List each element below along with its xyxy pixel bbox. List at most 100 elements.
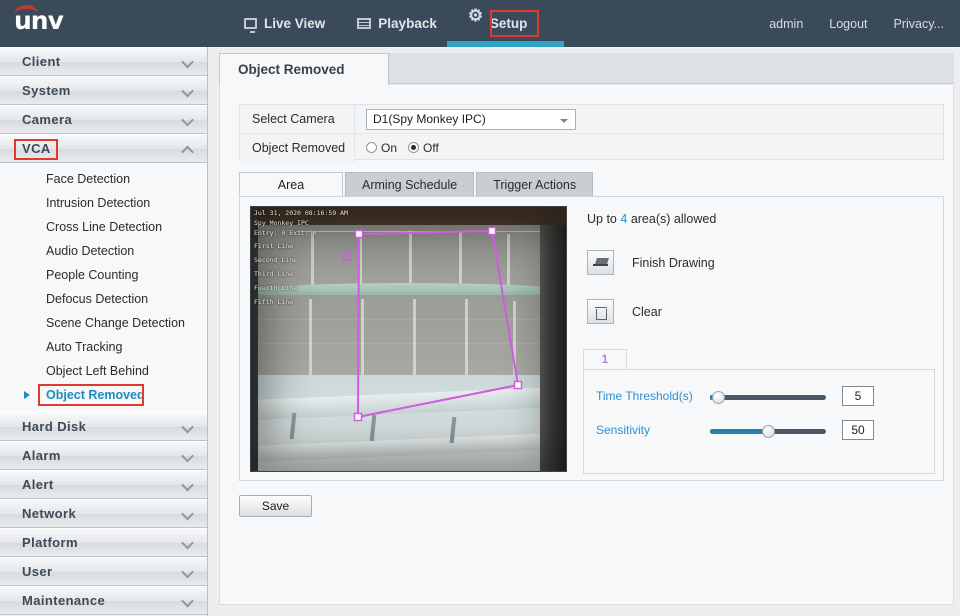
- sidebar-item-object-removed[interactable]: Object Removed: [0, 383, 207, 407]
- sidebar-item-auto-tracking[interactable]: Auto Tracking: [0, 335, 207, 359]
- radio-off[interactable]: Off: [408, 141, 439, 155]
- finish-drawing-button[interactable]: Finish Drawing: [587, 250, 935, 275]
- save-button[interactable]: Save: [239, 495, 312, 517]
- sidebar-item-defocus-detection[interactable]: Defocus Detection: [0, 287, 207, 311]
- user-actions: admin Logout Privacy...: [769, 0, 952, 47]
- sidebar-item-label: Scene Change Detection: [46, 316, 185, 330]
- sensitivity-fill: [710, 429, 768, 434]
- polygon-handle: [513, 380, 523, 390]
- object-removed-label: Object Removed: [240, 133, 355, 162]
- page-tab-object-removed[interactable]: Object Removed: [219, 53, 389, 85]
- gear-icon: [468, 7, 483, 31]
- sidebar-item-intrusion-detection[interactable]: Intrusion Detection: [0, 191, 207, 215]
- sidebar-group-platform-label: Platform: [22, 535, 78, 550]
- sensitivity-slider[interactable]: [710, 425, 826, 438]
- nav-live-view-label: Live View: [264, 16, 326, 31]
- chevron-down-icon: [182, 85, 193, 96]
- threshold-box: 1 Time Threshold(s) 5 Sensitivity 50: [583, 349, 935, 474]
- sidebar-group-user-label: User: [22, 564, 53, 579]
- app-header: unv Live View Playback Setup admin Logou…: [0, 0, 960, 47]
- nav-playback[interactable]: Playback: [341, 0, 453, 47]
- vca-submenu: Face Detection Intrusion Detection Cross…: [0, 163, 207, 412]
- sidebar-item-face-detection[interactable]: Face Detection: [0, 167, 207, 191]
- polygon-mid-marker: [342, 252, 351, 261]
- sidebar-group-camera[interactable]: Camera: [0, 105, 207, 134]
- area-tab-1-label: 1: [601, 354, 609, 366]
- sensitivity-value[interactable]: 50: [842, 420, 874, 440]
- nav-setup-label: Setup: [489, 16, 528, 31]
- areas-allowed-count: 4: [620, 212, 628, 226]
- sidebar-item-label: Face Detection: [46, 172, 131, 186]
- area-controls: Up to 4 area(s) allowed Finish Drawing C…: [583, 206, 935, 324]
- radio-on[interactable]: On: [366, 141, 397, 155]
- nav-live-view[interactable]: Live View: [228, 0, 341, 47]
- username-label: admin: [769, 16, 804, 31]
- radio-on-label: On: [381, 140, 398, 155]
- threshold-body: Time Threshold(s) 5 Sensitivity 50: [583, 369, 935, 474]
- tab-trigger-actions-label: Trigger Actions: [493, 178, 577, 192]
- finish-drawing-icon-button[interactable]: [587, 250, 614, 275]
- time-threshold-label: Time Threshold(s): [596, 389, 693, 403]
- sidebar-item-object-left-behind[interactable]: Object Left Behind: [0, 359, 207, 383]
- sidebar-group-platform[interactable]: Platform: [0, 528, 207, 557]
- sensitivity-thumb[interactable]: [761, 425, 775, 438]
- area-tab-1[interactable]: 1: [583, 349, 627, 370]
- main-content: Object Removed Select Camera D1(Spy Monk…: [209, 47, 960, 616]
- time-threshold-thumb[interactable]: [712, 391, 726, 404]
- chevron-down-icon: [182, 508, 193, 519]
- object-removed-radio-group: On Off: [355, 141, 450, 155]
- video-preview[interactable]: Jul 31, 2020 08:16:59 AM Spy Monkey IPC …: [250, 206, 567, 472]
- sidebar-group-alarm[interactable]: Alarm: [0, 441, 207, 470]
- form-row-select-camera: Select Camera D1(Spy Monkey IPC): [240, 105, 943, 133]
- sidebar-group-alert[interactable]: Alert: [0, 470, 207, 499]
- clear-icon-button[interactable]: [587, 299, 614, 324]
- chevron-down-icon: [182, 537, 193, 548]
- sidebar-group-user[interactable]: User: [0, 557, 207, 586]
- sidebar-group-maintenance[interactable]: Maintenance: [0, 586, 207, 615]
- sidebar-item-people-counting[interactable]: People Counting: [0, 263, 207, 287]
- camera-settings-form: Select Camera D1(Spy Monkey IPC) Object …: [239, 104, 944, 162]
- chevron-up-icon: [182, 143, 193, 154]
- polygon-handle: [487, 226, 497, 236]
- privacy-link[interactable]: Privacy...: [894, 17, 944, 31]
- save-button-label: Save: [261, 499, 290, 513]
- sidebar-group-hard-disk[interactable]: Hard Disk: [0, 412, 207, 441]
- time-threshold-slider[interactable]: [710, 391, 826, 404]
- clear-button[interactable]: Clear: [587, 299, 935, 324]
- areas-allowed-prefix: Up to: [587, 212, 617, 226]
- tab-area[interactable]: Area: [239, 172, 343, 197]
- sidebar: Client System Camera VCA Face Detection …: [0, 47, 208, 616]
- main-navigation: Live View Playback Setup: [228, 0, 543, 47]
- sidebar-item-label: Cross Line Detection: [46, 220, 163, 234]
- sidebar-item-scene-change-detection[interactable]: Scene Change Detection: [0, 311, 207, 335]
- nav-setup[interactable]: Setup: [453, 0, 544, 47]
- sidebar-group-maintenance-label: Maintenance: [22, 593, 106, 608]
- sidebar-item-cross-line-detection[interactable]: Cross Line Detection: [0, 215, 207, 239]
- areas-allowed-suffix: area(s) allowed: [630, 212, 717, 226]
- sidebar-group-network[interactable]: Network: [0, 499, 207, 528]
- tab-arming-schedule-label: Arming Schedule: [362, 178, 458, 192]
- sidebar-group-vca[interactable]: VCA: [0, 134, 207, 163]
- select-camera-dropdown[interactable]: D1(Spy Monkey IPC): [366, 108, 576, 130]
- sidebar-item-audio-detection[interactable]: Audio Detection: [0, 239, 207, 263]
- content-pane: Select Camera D1(Spy Monkey IPC) Object …: [219, 85, 954, 605]
- page-title: Object Removed: [238, 62, 345, 77]
- areas-allowed-text: Up to 4 area(s) allowed: [587, 212, 935, 226]
- sidebar-group-alarm-label: Alarm: [22, 448, 61, 463]
- grid-icon: [357, 18, 372, 29]
- sidebar-group-system[interactable]: System: [0, 76, 207, 105]
- sensitivity-label: Sensitivity: [596, 423, 651, 437]
- logout-link[interactable]: Logout: [829, 17, 867, 31]
- tab-arming-schedule[interactable]: Arming Schedule: [345, 172, 475, 197]
- area-panel: Jul 31, 2020 08:16:59 AM Spy Monkey IPC …: [239, 196, 944, 481]
- settings-tabs: Area Arming Schedule Trigger Actions: [239, 171, 944, 197]
- chevron-down-icon: [560, 118, 568, 123]
- detection-area-polygon[interactable]: [251, 207, 567, 472]
- tab-trigger-actions[interactable]: Trigger Actions: [476, 172, 594, 197]
- sidebar-group-client[interactable]: Client: [0, 47, 207, 76]
- monitor-icon: [244, 18, 257, 33]
- selection-arrow-icon: [24, 391, 30, 399]
- clear-label: Clear: [632, 304, 662, 319]
- sidebar-item-label: Audio Detection: [46, 244, 135, 258]
- time-threshold-value[interactable]: 5: [842, 386, 874, 406]
